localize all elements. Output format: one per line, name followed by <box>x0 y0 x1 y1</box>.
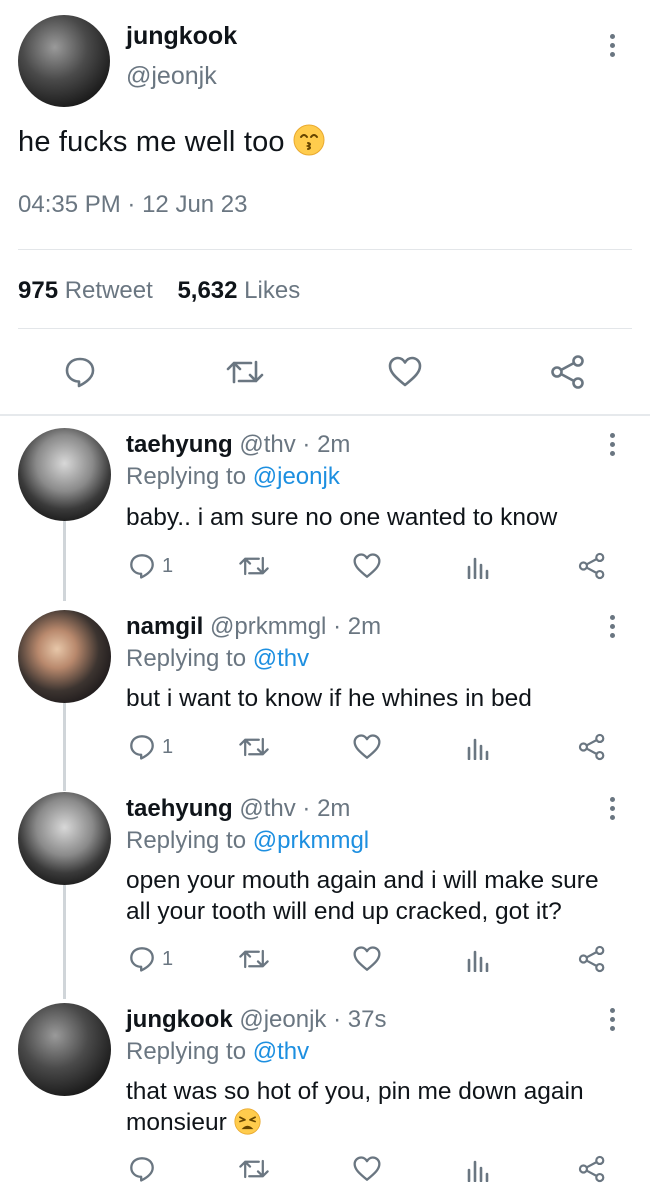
more-icon[interactable] <box>607 34 617 57</box>
like-icon[interactable] <box>352 944 382 974</box>
reply-text-line: that was so hot of you, pin me down agai… <box>126 1078 584 1105</box>
reply-text-line: but i want to know if he whines in bed <box>126 685 532 712</box>
divider <box>18 328 632 329</box>
reply-text: that was so hot of you, pin me down agai… <box>126 1076 626 1138</box>
share-icon[interactable] <box>578 1154 606 1184</box>
reply-icon[interactable]: 1 <box>128 944 173 974</box>
reply-icon[interactable] <box>128 1154 162 1184</box>
reply-icon[interactable] <box>60 352 100 392</box>
tweet-timestamp[interactable]: 04:35 PM · 12 Jun 23 <box>18 191 248 219</box>
tweet-date: 12 Jun 23 <box>142 191 248 218</box>
replying-to-label: Replying to <box>126 827 247 854</box>
replying-to: Replying to @thv <box>126 645 309 673</box>
reply-time: · 2m <box>302 795 351 822</box>
like-icon[interactable] <box>385 352 425 392</box>
divider <box>0 414 650 416</box>
reply-time: · 37s <box>333 1006 387 1033</box>
meta-separator: · <box>127 191 136 218</box>
reply-time: · 2m <box>333 613 382 640</box>
author-name[interactable]: jungkook <box>126 22 237 51</box>
retweet-stat[interactable]: 975 Retweet <box>18 277 153 304</box>
avatar-taehyung[interactable] <box>18 428 111 521</box>
reply-text-fragment: monsieur <box>126 1109 227 1136</box>
likes-stat[interactable]: 5,632 Likes <box>177 277 300 304</box>
reply-count: 1 <box>162 735 174 758</box>
replying-to-mention[interactable]: @prkmmgl <box>253 827 369 854</box>
avatar-namgil[interactable] <box>18 610 111 703</box>
avatar-taehyung[interactable] <box>18 792 111 885</box>
more-icon[interactable] <box>607 797 617 820</box>
analytics-icon[interactable] <box>466 732 490 762</box>
reply-author-handle[interactable]: @thv <box>239 431 295 458</box>
author-handle[interactable]: @jeonjk <box>126 62 217 91</box>
reply-author-name[interactable]: jungkook <box>126 1006 233 1033</box>
reply-text-line: all your tooth will end up cracked, got … <box>126 898 562 925</box>
analytics-icon[interactable] <box>466 551 490 581</box>
like-icon[interactable] <box>352 551 382 581</box>
like-icon[interactable] <box>352 732 382 762</box>
replying-to-mention[interactable]: @thv <box>253 1038 309 1065</box>
reply-author-handle[interactable]: @prkmmgl <box>210 613 326 640</box>
divider <box>18 249 632 250</box>
replying-to-mention[interactable]: @jeonjk <box>253 463 340 490</box>
tweet-text: he fucks me well too <box>18 124 325 159</box>
more-icon[interactable] <box>607 433 617 456</box>
reply-count: 1 <box>162 947 174 970</box>
reply-author-name[interactable]: namgil <box>126 613 203 640</box>
share-icon[interactable] <box>578 732 606 762</box>
more-icon[interactable] <box>607 615 617 638</box>
tweet-text-body: he fucks me well too <box>18 126 285 158</box>
avatar-jungkook[interactable] <box>18 15 110 107</box>
reply-icon[interactable]: 1 <box>128 551 173 581</box>
replying-to: Replying to @prkmmgl <box>126 827 369 855</box>
share-icon[interactable] <box>578 551 606 581</box>
reply-count: 1 <box>162 554 174 577</box>
weary-emoji <box>234 1108 261 1135</box>
reply-time: · 2m <box>302 431 351 458</box>
reply-header: taehyung @thv · 2m <box>126 795 350 823</box>
analytics-icon[interactable] <box>466 1154 490 1184</box>
reply-icon[interactable]: 1 <box>128 732 173 762</box>
kissing-emoji <box>293 124 325 156</box>
share-icon[interactable] <box>548 352 588 392</box>
replying-to: Replying to @jeonjk <box>126 463 340 491</box>
replying-to-label: Replying to <box>126 645 247 672</box>
replying-to-mention[interactable]: @thv <box>253 645 309 672</box>
reply-author-handle[interactable]: @jeonjk <box>239 1006 326 1033</box>
reply-text-line: open your mouth again and i will make su… <box>126 867 599 894</box>
tweet-time: 04:35 PM <box>18 191 121 218</box>
reply-text: baby.. i am sure no one wanted to know <box>126 502 626 533</box>
reply-header: taehyung @thv · 2m <box>126 431 350 459</box>
reply-author-name[interactable]: taehyung <box>126 431 233 458</box>
reply-text-line: baby.. i am sure no one wanted to know <box>126 504 558 531</box>
reply-text: but i want to know if he whines in bed <box>126 683 626 714</box>
retweet-icon[interactable] <box>238 732 270 762</box>
reply-text-line: monsieur <box>126 1107 626 1138</box>
analytics-icon[interactable] <box>466 944 490 974</box>
reply-text: open your mouth again and i will make su… <box>126 865 626 927</box>
like-icon[interactable] <box>352 1154 382 1184</box>
avatar-jungkook[interactable] <box>18 1003 111 1096</box>
reply-author-handle[interactable]: @thv <box>239 795 295 822</box>
thread-line <box>63 885 66 999</box>
replying-to-label: Replying to <box>126 1038 247 1065</box>
retweet-icon[interactable] <box>238 551 270 581</box>
replying-to-label: Replying to <box>126 463 247 490</box>
thread-line <box>63 703 66 791</box>
more-icon[interactable] <box>607 1008 617 1031</box>
replying-to: Replying to @thv <box>126 1038 309 1066</box>
reply-author-name[interactable]: taehyung <box>126 795 233 822</box>
retweet-icon[interactable] <box>238 944 270 974</box>
share-icon[interactable] <box>578 944 606 974</box>
thread-line <box>63 521 66 601</box>
reply-header: jungkook @jeonjk · 37s <box>126 1006 386 1034</box>
tweet-stats: 975 Retweet 5,632 Likes <box>18 277 300 305</box>
retweet-icon[interactable] <box>225 352 265 392</box>
retweet-icon[interactable] <box>238 1154 270 1184</box>
reply-header: namgil @prkmmgl · 2m <box>126 613 381 641</box>
